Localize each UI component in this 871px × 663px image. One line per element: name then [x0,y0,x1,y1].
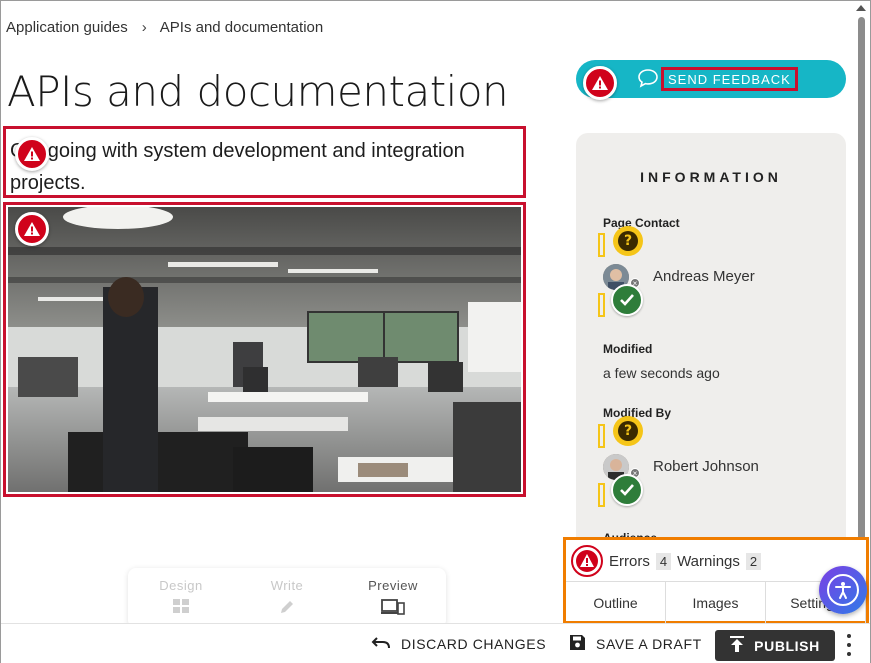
information-panel: INFORMATION Page Contact ? × Andreas Mey… [576,133,846,553]
mode-preview[interactable]: Preview [340,568,446,628]
hero-image-frame[interactable] [3,202,526,497]
warnings-count: 2 [745,552,762,570]
accessibility-icon [827,574,859,606]
error-warning-icon[interactable] [15,212,49,246]
devices-icon [381,599,405,618]
information-title: INFORMATION [640,169,782,185]
errors-label: Errors [609,552,650,570]
scrollbar-thumb[interactable] [858,17,865,542]
save-draft-button[interactable]: SAVE A DRAFT [569,624,702,663]
error-warning-icon[interactable] [583,66,617,100]
mode-write: Write [234,568,340,628]
success-marker [598,483,605,507]
page-subtitle[interactable]: Get going with system development and in… [3,126,526,198]
breadcrumb-item-application-guides[interactable]: Application guides [6,19,128,36]
error-warning-icon[interactable] [15,137,49,171]
warnings-label: Warnings [677,552,740,570]
error-warning-icon [571,545,603,577]
question-icon[interactable]: ? [613,416,643,446]
check-icon[interactable] [611,284,643,316]
tab-images[interactable]: Images [666,582,766,623]
modified-by-label: Modified By [603,406,671,420]
checker-summary[interactable]: Errors 4 Warnings 2 [571,544,762,578]
mode-switcher: Design Write Preview [128,568,446,628]
more-options-icon[interactable] [846,634,852,656]
chat-bubble-icon [637,68,659,93]
publish-icon [730,636,745,655]
page-contact-name[interactable]: Andreas Meyer [653,268,755,285]
modified-label: Modified [603,342,653,356]
breadcrumb: Application guides › APIs and documentat… [6,19,323,36]
mode-design-label: Design [159,578,203,593]
mode-preview-label: Preview [368,578,418,593]
undo-icon [371,636,391,653]
question-icon[interactable]: ? [613,226,643,256]
scroll-up-icon[interactable] [856,5,866,11]
publish-label: PUBLISH [754,637,820,654]
errors-count: 4 [655,552,672,570]
accessibility-button[interactable] [819,566,867,614]
mode-write-label: Write [270,578,304,593]
save-draft-label: SAVE A DRAFT [596,636,702,652]
page-contact-label: Page Contact [603,216,680,230]
tab-outline[interactable]: Outline [566,582,666,623]
send-feedback-label[interactable]: SEND FEEDBACK [661,67,798,91]
modified-value: a few seconds ago [603,365,720,381]
success-marker [598,293,605,317]
page-title: APIs and documentation [7,67,509,116]
discard-changes-label: DISCARD CHANGES [401,636,547,652]
bottom-toolbar: DISCARD CHANGES SAVE A DRAFT PUBLISH [1,623,870,663]
hero-image [8,207,521,492]
warning-marker [598,233,605,257]
subtitle-text: Get going with system development and in… [10,140,465,194]
breadcrumb-separator: › [141,19,147,36]
warning-marker [598,424,605,448]
grid-icon [173,599,189,616]
save-icon [569,634,586,654]
pencil-icon [279,599,295,618]
discard-changes-button[interactable]: DISCARD CHANGES [371,624,546,663]
breadcrumb-item-current: APIs and documentation [159,19,324,36]
check-icon[interactable] [611,474,643,506]
mode-design: Design [128,568,234,628]
modified-by-name[interactable]: Robert Johnson [653,458,759,475]
publish-button[interactable]: PUBLISH [715,630,835,661]
